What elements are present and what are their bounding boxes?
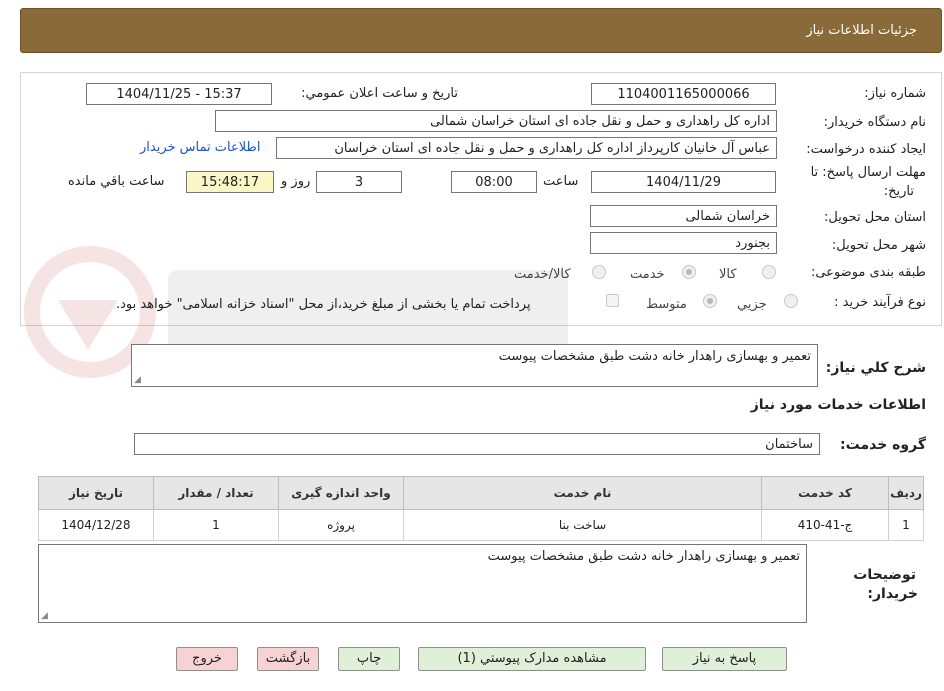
requester-label: ايجاد کننده درخواست: xyxy=(806,142,926,157)
announce-datetime-field: 1404/11/25 - 15:37 xyxy=(86,83,272,105)
treasury-checkbox[interactable] xyxy=(606,294,619,307)
remaining-label: ساعت باقي مانده xyxy=(68,174,165,189)
buyer-notes-label: توضيحات xyxy=(853,567,916,583)
deadline-label-2: تاريخ: xyxy=(883,184,914,199)
reply-button[interactable]: پاسخ به نياز xyxy=(662,647,787,671)
col-name: نام خدمت xyxy=(403,476,762,510)
col-unit: واحد اندازه گيری xyxy=(278,476,404,510)
announce-label: تاريخ و ساعت اعلان عمومي: xyxy=(301,86,458,101)
process-medium-label: متوسط xyxy=(646,297,687,312)
province-field: خراسان شمالی xyxy=(590,205,777,227)
buyer-notes-textarea[interactable]: تعمیر و بهسازی راهدار خانه دشت طبق مشخصا… xyxy=(38,544,807,623)
category-service-label: خدمت xyxy=(630,267,665,282)
cell-qty: 1 xyxy=(153,509,279,541)
process-minor-label: جزيي xyxy=(737,297,767,312)
category-goods-radio[interactable] xyxy=(762,265,776,279)
summary-textarea[interactable]: تعمیر و بهسازی راهدار خانه دشت طبق مشخصا… xyxy=(131,344,818,387)
requester-field: عباس آل خانیان کارپرداز اداره کل راهداری… xyxy=(276,137,777,159)
process-medium-radio[interactable] xyxy=(703,294,717,308)
city-field: بجنورد xyxy=(590,232,777,254)
cell-name: ساخت بنا xyxy=(403,509,762,541)
table-header-row: رديف کد خدمت نام خدمت واحد اندازه گيری ت… xyxy=(38,476,924,510)
cell-date: 1404/12/28 xyxy=(38,509,154,541)
summary-text: تعمیر و بهسازی راهدار خانه دشت طبق مشخصا… xyxy=(498,349,811,364)
service-group-field: ساختمان xyxy=(134,433,820,455)
cell-row: 1 xyxy=(888,509,924,541)
buyer-org-field: اداره کل راهداری و حمل و نقل جاده ای است… xyxy=(215,110,777,132)
days-field: 3 xyxy=(316,171,402,193)
days-label: روز و xyxy=(281,174,311,189)
remaining-time-field: 15:48:17 xyxy=(186,171,274,193)
category-label: طبقه بندی موضوعی: xyxy=(810,265,926,280)
province-label: استان محل تحويل: xyxy=(824,210,926,225)
col-qty: تعداد / مقدار xyxy=(153,476,279,510)
buyer-notes-label-2: خريدار: xyxy=(867,586,918,602)
attachments-button[interactable]: مشاهده مدارک پيوستي (1) xyxy=(418,647,646,671)
print-button[interactable]: چاپ xyxy=(338,647,400,671)
category-goods-label: کالا xyxy=(719,267,737,282)
deadline-time-label: ساعت xyxy=(543,174,579,189)
category-goods-service-label: کالا/خدمت xyxy=(514,267,571,282)
service-group-label: گروه خدمت: xyxy=(840,437,926,453)
process-minor-radio[interactable] xyxy=(784,294,798,308)
services-section-title: اطلاعات خدمات مورد نياز xyxy=(750,397,926,413)
process-label: نوع فرآيند خريد : xyxy=(834,295,926,310)
buyer-org-label: نام دستگاه خريدار: xyxy=(823,115,926,130)
buyer-contact-link[interactable]: اطلاعات تماس خريدار xyxy=(140,140,260,155)
deadline-label: مهلت ارسال پاسخ: تا xyxy=(810,165,926,180)
cell-unit: پروژه xyxy=(278,509,404,541)
back-button[interactable]: بازگشت xyxy=(257,647,319,671)
deadline-date-field: 1404/11/29 xyxy=(591,171,776,193)
col-row: رديف xyxy=(888,476,924,510)
table-row: 1 ج-41-410 ساخت بنا پروژه 1 1404/12/28 xyxy=(38,509,924,541)
need-number-field: 1104001165000066 xyxy=(591,83,776,105)
category-service-radio[interactable] xyxy=(682,265,696,279)
buyer-notes-text: تعمیر و بهسازی راهدار خانه دشت طبق مشخصا… xyxy=(487,549,800,564)
exit-button[interactable]: خروج xyxy=(176,647,238,671)
need-number-label: شماره نياز: xyxy=(864,86,926,101)
resize-grip-icon[interactable]: ◢ xyxy=(134,375,141,385)
page-title: جزئيات اطلاعات نياز xyxy=(806,23,917,38)
col-date: تاريخ نياز xyxy=(38,476,154,510)
cell-code: ج-41-410 xyxy=(761,509,889,541)
deadline-time-field: 08:00 xyxy=(451,171,537,193)
col-code: کد خدمت xyxy=(761,476,889,510)
page-header: جزئيات اطلاعات نياز xyxy=(20,8,942,53)
summary-label: شرح کلي نياز: xyxy=(825,360,926,376)
category-goods-service-radio[interactable] xyxy=(592,265,606,279)
city-label: شهر محل تحويل: xyxy=(831,238,926,253)
payment-note: پرداخت تمام يا بخشی از مبلغ خريد،از محل … xyxy=(116,297,531,312)
services-table: رديف کد خدمت نام خدمت واحد اندازه گيری ت… xyxy=(38,476,924,541)
resize-grip-icon[interactable]: ◢ xyxy=(41,611,48,621)
